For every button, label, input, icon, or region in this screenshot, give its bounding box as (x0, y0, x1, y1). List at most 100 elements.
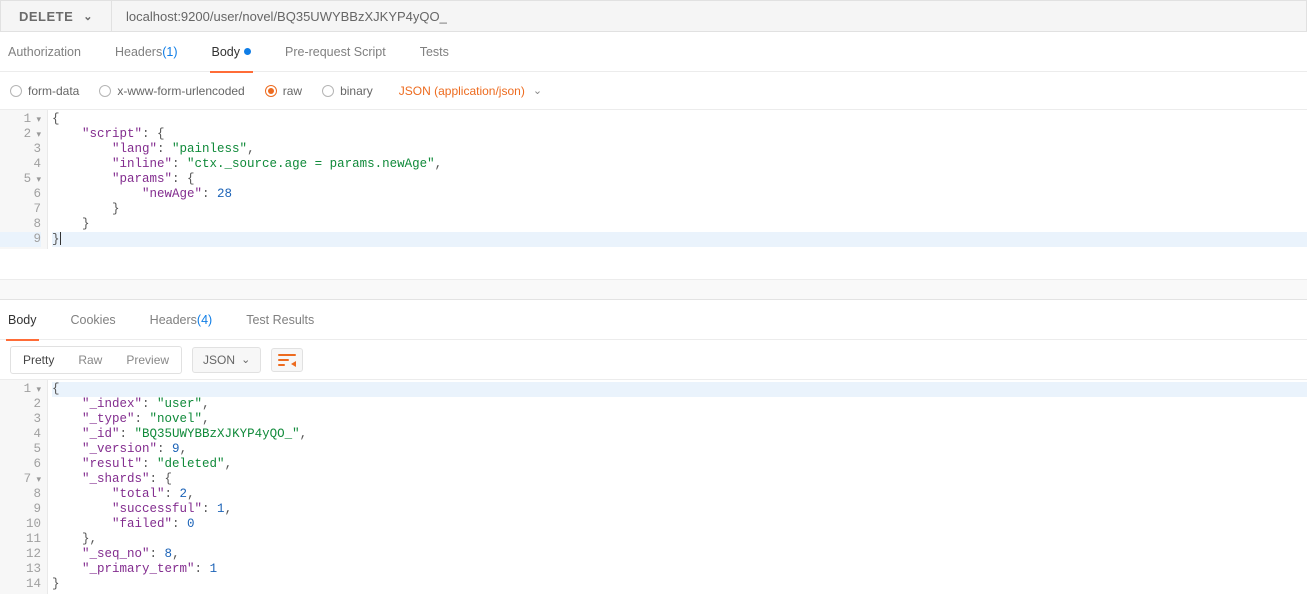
line-number: 3 (0, 412, 41, 427)
response-tab-body[interactable]: Body (6, 300, 39, 340)
line-number: 2 (0, 397, 41, 412)
line-number: 9 (0, 232, 41, 247)
response-tab-tests[interactable]: Test Results (244, 300, 316, 340)
code-line: "script": { (52, 127, 1307, 142)
code-line: "_shards": { (52, 472, 1307, 487)
code-line: } (52, 202, 1307, 217)
line-number: 11 (0, 532, 41, 547)
tab-label: Authorization (8, 45, 81, 59)
radio-icon (265, 85, 277, 97)
editor-code[interactable]: { "_index": "user", "_type": "novel", "_… (48, 380, 1307, 594)
radio-icon (10, 85, 22, 97)
tab-authorization[interactable]: Authorization (6, 32, 83, 72)
tab-label: Test Results (246, 313, 314, 327)
line-number: 7 (0, 472, 41, 487)
line-number: 3 (0, 142, 41, 157)
code-line: { (52, 382, 1307, 397)
code-line: } (52, 232, 1307, 247)
line-number: 8 (0, 487, 41, 502)
code-line: "_id": "BQ35UWYBBzXJKYP4yQO_", (52, 427, 1307, 442)
editor-gutter: 1234567891011121314 (0, 380, 48, 594)
code-line: "failed": 0 (52, 517, 1307, 532)
response-format-value: JSON (203, 353, 235, 367)
line-number: 1 (0, 382, 41, 397)
response-body-editor[interactable]: 1234567891011121314 { "_index": "user", … (0, 380, 1307, 594)
content-type-select[interactable]: JSON (application/json) ⌄ (399, 84, 542, 98)
tab-headers[interactable]: Headers (1) (113, 32, 180, 72)
body-type-x-www[interactable]: x-www-form-urlencoded (99, 84, 244, 98)
line-number: 12 (0, 547, 41, 562)
code-line: "_primary_term": 1 (52, 562, 1307, 577)
tab-label: Body (212, 45, 241, 59)
radio-label: raw (283, 84, 302, 98)
radio-label: x-www-form-urlencoded (117, 84, 244, 98)
response-tab-cookies[interactable]: Cookies (69, 300, 118, 340)
body-options-row: form-datax-www-form-urlencodedrawbinary … (0, 72, 1307, 110)
code-line: "inline": "ctx._source.age = params.newA… (52, 157, 1307, 172)
line-number: 4 (0, 157, 41, 172)
line-number: 1 (0, 112, 41, 127)
chevron-down-icon: ⌄ (241, 353, 250, 366)
code-line: } (52, 577, 1307, 592)
tab-count: (1) (162, 45, 177, 59)
body-type-raw[interactable]: raw (265, 84, 302, 98)
chevron-down-icon: ⌄ (533, 84, 542, 97)
body-type-form-data[interactable]: form-data (10, 84, 79, 98)
line-number: 6 (0, 457, 41, 472)
radio-icon (322, 85, 334, 97)
tab-label: Cookies (71, 313, 116, 327)
editor-gutter: 123456789 (0, 110, 48, 249)
code-line: }, (52, 532, 1307, 547)
tab-tests[interactable]: Tests (418, 32, 451, 72)
tab-label: Tests (420, 45, 449, 59)
request-bar: DELETE ⌄ localhost:9200/user/novel/BQ35U… (0, 0, 1307, 32)
code-line: "result": "deleted", (52, 457, 1307, 472)
code-line: "params": { (52, 172, 1307, 187)
code-line: "_type": "novel", (52, 412, 1307, 427)
code-line: "lang": "painless", (52, 142, 1307, 157)
editor-code[interactable]: { "script": { "lang": "painless", "inlin… (48, 110, 1307, 249)
tab-label: Body (8, 313, 37, 327)
tab-label: Pre-request Script (285, 45, 386, 59)
line-number: 13 (0, 562, 41, 577)
radio-label: form-data (28, 84, 79, 98)
http-method-value: DELETE (19, 9, 73, 24)
line-number: 14 (0, 577, 41, 592)
line-number: 9 (0, 502, 41, 517)
response-view-mode: PrettyRawPreview (10, 346, 182, 374)
url-input[interactable]: localhost:9200/user/novel/BQ35UWYBBzXJKY… (112, 1, 1306, 31)
response-format-select[interactable]: JSON ⌄ (192, 347, 261, 373)
tab-body[interactable]: Body (210, 32, 254, 72)
response-subtabs: Body Cookies Headers (4) Test Results (0, 300, 1307, 340)
line-number: 5 (0, 172, 41, 187)
radio-icon (99, 85, 111, 97)
code-line: "_version": 9, (52, 442, 1307, 457)
panel-divider[interactable] (0, 279, 1307, 299)
chevron-down-icon: ⌄ (83, 10, 93, 23)
http-method-select[interactable]: DELETE ⌄ (1, 1, 112, 31)
text-cursor (60, 232, 61, 245)
line-number: 7 (0, 202, 41, 217)
response-toolbar: PrettyRawPreview JSON ⌄ (0, 340, 1307, 380)
tab-label: Headers (150, 313, 197, 327)
unsaved-indicator-icon (244, 48, 251, 55)
line-number: 5 (0, 442, 41, 457)
line-number: 6 (0, 187, 41, 202)
line-number: 2 (0, 127, 41, 142)
body-type-binary[interactable]: binary (322, 84, 373, 98)
wrap-icon (278, 353, 296, 367)
view-mode-raw[interactable]: Raw (66, 347, 114, 373)
tab-count: (4) (197, 313, 212, 327)
response-tab-headers[interactable]: Headers (4) (148, 300, 215, 340)
radio-label: binary (340, 84, 373, 98)
response-panel: Body Cookies Headers (4) Test Results Prett… (0, 299, 1307, 594)
code-line: { (52, 112, 1307, 127)
view-mode-pretty[interactable]: Pretty (11, 347, 66, 373)
request-body-editor[interactable]: 123456789 { "script": { "lang": "painles… (0, 110, 1307, 249)
code-line: } (52, 217, 1307, 232)
wrap-lines-button[interactable] (271, 348, 303, 372)
line-number: 4 (0, 427, 41, 442)
line-number: 10 (0, 517, 41, 532)
tab-prerequest[interactable]: Pre-request Script (283, 32, 388, 72)
view-mode-preview[interactable]: Preview (114, 347, 181, 373)
